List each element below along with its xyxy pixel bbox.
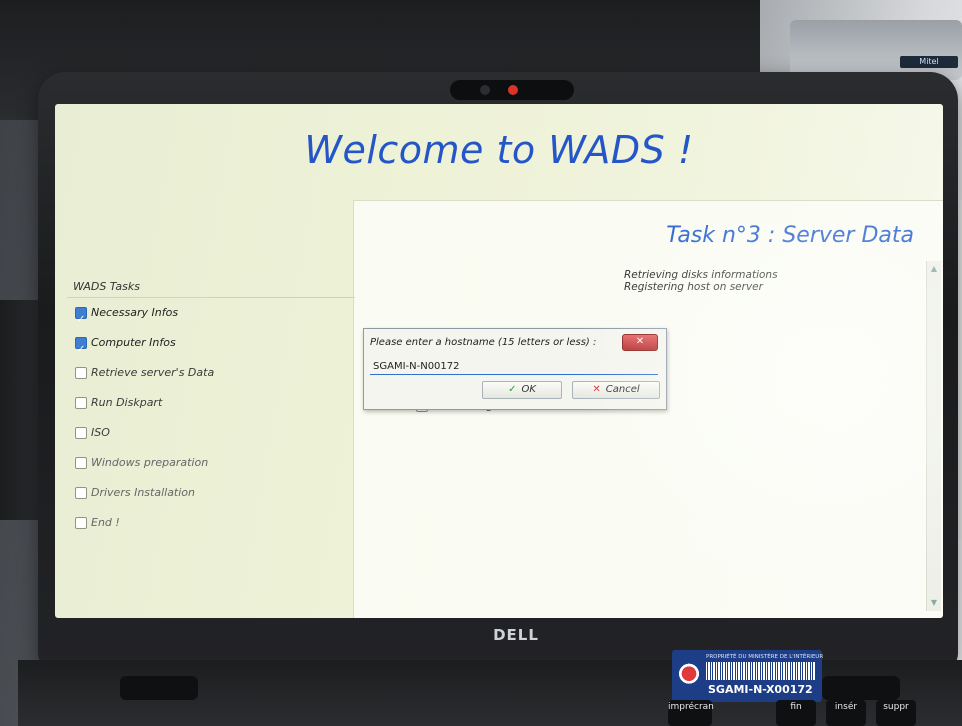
task-item-label: Drivers Installation <box>91 486 196 499</box>
hostname-input[interactable] <box>370 359 658 375</box>
task-item-label: Run Diskpart <box>91 396 163 409</box>
task-item-retrieve-servers-data[interactable]: Retrieve server's Data <box>67 358 357 388</box>
webcam <box>450 80 574 100</box>
ok-button[interactable]: ✓ OK <box>482 381 562 399</box>
webcam-lens-icon <box>480 85 490 95</box>
scroll-down-icon[interactable]: ▼ <box>929 599 939 607</box>
task-checkbox[interactable] <box>75 367 87 379</box>
phone-brand-label: Mitel <box>900 56 958 68</box>
key-fin[interactable]: fin <box>776 700 816 726</box>
hostname-dialog: Please enter a hostname (15 letters or l… <box>363 328 667 410</box>
welcome-title: Welcome to WADS ! <box>304 128 694 172</box>
hinge-right <box>822 676 900 700</box>
task-title: Task n°3 : Server Data <box>666 223 914 248</box>
task-checkbox[interactable] <box>75 487 87 499</box>
task-item-label: End ! <box>91 516 120 529</box>
key-imprecran[interactable]: imprécran <box>668 700 714 726</box>
task-checkbox[interactable] <box>75 517 87 529</box>
barcode-icon <box>706 662 816 680</box>
desk-phone: Mitel <box>790 20 962 80</box>
cancel-button-label: Cancel <box>605 384 640 395</box>
ministry-shield-icon <box>678 662 700 688</box>
cancel-button[interactable]: ✕ Cancel <box>572 381 660 399</box>
task-item-computer-infos[interactable]: Computer Infos <box>67 328 357 365</box>
key-inser[interactable]: insér <box>826 700 866 726</box>
log-scrollbar[interactable]: ▲ ▼ <box>926 261 941 611</box>
task-item-run-diskpart[interactable]: Run Diskpart <box>67 388 357 418</box>
task-checkbox[interactable] <box>75 457 87 469</box>
log-line: Retrieving disks informations <box>624 269 778 281</box>
sidebar-heading: WADS Tasks <box>67 280 355 298</box>
dell-logo: DELL <box>493 626 539 644</box>
webcam-led-icon <box>508 85 518 95</box>
dialog-prompt: Please enter a hostname (15 letters or l… <box>370 337 597 348</box>
task-item-label: ISO <box>91 426 110 439</box>
checkmark-icon: ✓ <box>508 384 517 395</box>
task-item-end[interactable]: End ! <box>67 508 357 538</box>
task-checkbox[interactable] <box>75 427 87 439</box>
key-suppr[interactable]: suppr <box>876 700 916 726</box>
task-checkbox[interactable] <box>75 305 87 335</box>
wads-tasks-sidebar: WADS Tasks Necessary Infos Computer Info… <box>67 280 357 542</box>
task-item-label: Necessary Infos <box>91 306 179 319</box>
task-checkbox[interactable] <box>75 397 87 409</box>
asset-owner-text: PROPRIÉTÉ DU MINISTÈRE DE L'INTÉRIEUR <box>706 654 824 660</box>
asset-tag-sticker: PROPRIÉTÉ DU MINISTÈRE DE L'INTÉRIEUR SG… <box>672 650 824 702</box>
task-item-drivers-installation[interactable]: Drivers Installation <box>67 478 357 508</box>
scroll-up-icon[interactable]: ▲ <box>929 265 939 273</box>
task-checkbox[interactable] <box>75 335 87 365</box>
task-log: Retrieving disks informations Registerin… <box>624 269 924 293</box>
task-item-label: Retrieve server's Data <box>91 366 215 379</box>
close-icon[interactable]: ✕ <box>622 334 658 351</box>
log-line: Registering host on server <box>624 281 763 293</box>
laptop-screen: Welcome to WADS ! Task n°3 : Server Data… <box>55 104 943 618</box>
task-item-iso[interactable]: ISO <box>67 418 357 448</box>
background-keyboard <box>0 300 42 520</box>
task-item-necessary-infos[interactable]: Necessary Infos <box>67 298 357 335</box>
task-item-windows-preparation[interactable]: Windows preparation <box>67 448 357 478</box>
task-item-label: Computer Infos <box>91 336 176 349</box>
ok-button-label: OK <box>521 384 536 395</box>
asset-code: SGAMI-N-X00172 <box>708 683 813 696</box>
hinge-left <box>120 676 198 700</box>
task-item-label: Windows preparation <box>91 456 209 469</box>
cross-icon: ✕ <box>592 384 601 395</box>
